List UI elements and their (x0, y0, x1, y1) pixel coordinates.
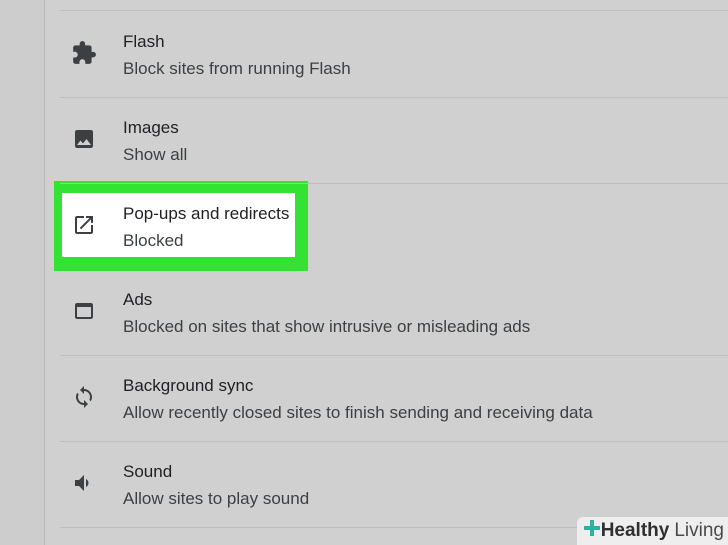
volume-icon (71, 470, 97, 496)
settings-item-images[interactable]: Images Show all (45, 98, 728, 184)
settings-item-title: Ads (123, 290, 153, 309)
settings-item-title: Sound (123, 462, 173, 481)
settings-item-background-sync[interactable]: Background sync Allow recently closed si… (45, 356, 728, 442)
window-icon (71, 298, 97, 324)
image-icon (71, 126, 97, 152)
settings-item-subtitle: Blocked on sites that show intrusive or … (123, 317, 531, 336)
open-in-new-icon (71, 212, 97, 238)
settings-item-popups[interactable]: Pop-ups and redirects Blocked (45, 184, 728, 270)
watermark: Healthy Living (576, 517, 728, 545)
top-divider (60, 10, 728, 11)
sync-icon (71, 384, 97, 410)
left-gutter (0, 0, 45, 545)
settings-item-ads[interactable]: Ads Blocked on sites that show intrusive… (45, 270, 728, 356)
settings-item-title: Pop-ups and redirects (123, 204, 290, 223)
watermark-text-a: Healthy (600, 520, 670, 541)
settings-item-title: Images (123, 118, 179, 137)
settings-item-subtitle: Allow recently closed sites to finish se… (123, 403, 593, 422)
puzzle-icon (71, 40, 97, 66)
watermark-text-b: Living (674, 520, 724, 541)
settings-item-subtitle: Blocked (123, 231, 184, 250)
settings-item-subtitle: Allow sites to play sound (123, 489, 310, 508)
settings-item-title: Flash (123, 32, 165, 51)
settings-item-title: Background sync (123, 376, 254, 395)
settings-item-flash[interactable]: Flash Block sites from running Flash (45, 12, 728, 98)
settings-item-subtitle: Show all (123, 145, 188, 164)
settings-item-subtitle: Block sites from running Flash (123, 59, 351, 78)
plus-logo-icon (583, 519, 601, 543)
settings-item-sound[interactable]: Sound Allow sites to play sound (45, 442, 728, 528)
